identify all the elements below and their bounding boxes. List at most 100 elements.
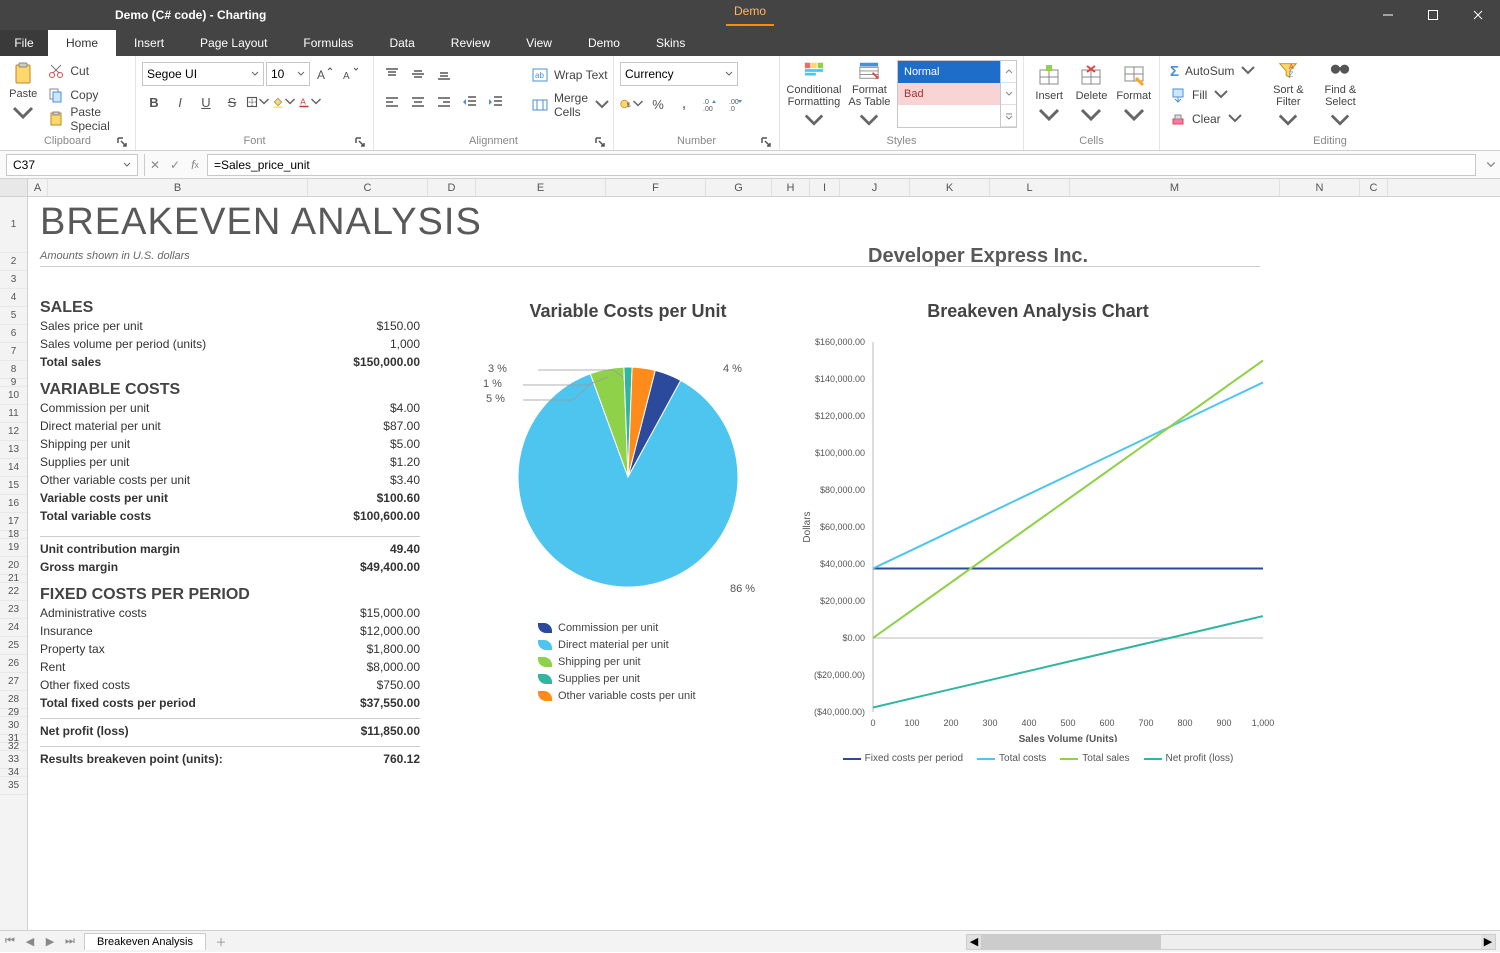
row-header[interactable]: 2 [0,253,27,271]
column-header[interactable]: M [1070,179,1280,196]
style-blank[interactable] [898,105,1000,127]
cell-styles-gallery[interactable]: Normal Bad [897,60,1001,128]
comma-button[interactable]: , [672,92,696,116]
add-sheet-button[interactable]: ＋ [210,934,232,950]
align-left-button[interactable] [380,90,404,114]
clear-button[interactable]: Clear [1166,108,1260,130]
column-header[interactable]: C [1360,179,1388,196]
row-header[interactable]: 25 [0,637,27,655]
row-header[interactable]: 34 [0,769,27,777]
clipboard-launcher-icon[interactable] [117,137,127,147]
font-size-combo[interactable]: 10 [266,62,310,86]
align-launcher-icon[interactable] [595,137,605,147]
decrease-decimal-button[interactable]: .00.0 [724,92,748,116]
strike-button[interactable]: S [220,90,244,114]
formula-expand-button[interactable] [1482,160,1500,170]
autosum-button[interactable]: ΣAutoSum [1166,60,1260,82]
row-header[interactable]: 11 [0,405,27,423]
column-header[interactable]: B [48,179,308,196]
fill-color-button[interactable] [272,90,296,114]
column-header[interactable]: A [28,179,48,196]
align-top-button[interactable] [380,62,404,86]
row-header[interactable]: 23 [0,601,27,619]
wrap-text-button[interactable]: abWrap Text [528,64,614,86]
row-header[interactable]: 27 [0,673,27,691]
row-header[interactable]: 19 [0,539,27,557]
horizontal-scrollbar[interactable]: ◀ ▶ [966,934,1496,950]
row-header[interactable]: 4 [0,289,27,307]
increase-decimal-button[interactable]: .0.00 [698,92,722,116]
column-header[interactable]: J [840,179,910,196]
row-header[interactable]: 24 [0,619,27,637]
sheet-tab-active[interactable]: Breakeven Analysis [84,933,206,950]
underline-button[interactable]: U [194,90,218,114]
column-header[interactable]: E [476,179,606,196]
paste-special-button[interactable]: Paste Special [44,108,129,130]
paste-button[interactable]: Paste [6,58,40,130]
style-bad[interactable]: Bad [898,83,1000,105]
select-all-corner[interactable] [0,179,28,196]
indent-increase-button[interactable] [484,90,508,114]
align-right-button[interactable] [432,90,456,114]
column-header[interactable]: H [772,179,810,196]
row-header[interactable]: 22 [0,583,27,601]
scroll-thumb[interactable] [981,935,1161,949]
formula-input[interactable]: =Sales_price_unit [207,154,1476,176]
row-header[interactable]: 13 [0,441,27,459]
column-header[interactable]: L [990,179,1070,196]
fx-button[interactable]: fx [185,154,205,176]
row-header[interactable]: 7 [0,343,27,361]
confirm-edit-button[interactable]: ✓ [165,154,185,176]
tab-nav-last[interactable]: ⏭ [60,931,80,953]
name-box[interactable]: C37 [6,154,138,176]
insert-cells-button[interactable]: Insert [1030,60,1068,132]
fill-button[interactable]: Fill [1166,84,1260,106]
number-format-combo[interactable]: Currency [620,62,738,86]
number-launcher-icon[interactable] [761,137,771,147]
align-bottom-button[interactable] [432,62,456,86]
row-header[interactable]: 26 [0,655,27,673]
minimize-button[interactable] [1365,0,1410,30]
row-header[interactable]: 18 [0,531,27,539]
format-cells-button[interactable]: Format [1115,60,1153,132]
row-header[interactable]: 29 [0,709,27,717]
row-header[interactable]: 1 [0,197,27,253]
gallery-up-icon[interactable] [1001,61,1016,83]
row-header[interactable]: 32 [0,743,27,751]
column-header[interactable]: N [1280,179,1360,196]
accounting-button[interactable]: $ [620,92,644,116]
close-button[interactable] [1455,0,1500,30]
find-select-button[interactable]: Find & Select [1316,60,1364,132]
scroll-left-icon[interactable]: ◀ [967,935,981,949]
style-normal[interactable]: Normal [898,61,1000,83]
column-header[interactable]: I [810,179,840,196]
tab-nav-first[interactable]: ⏮ [0,931,20,953]
italic-button[interactable]: I [168,90,192,114]
tab-demo[interactable]: Demo [570,30,638,56]
maximize-button[interactable] [1410,0,1455,30]
column-header[interactable]: K [910,179,990,196]
font-name-combo[interactable]: Segoe UI [142,62,264,86]
indent-decrease-button[interactable] [458,90,482,114]
tab-file[interactable]: File [0,30,48,56]
gallery-more-icon[interactable] [1001,105,1016,127]
font-launcher-icon[interactable] [355,137,365,147]
context-tab-label[interactable]: Demo [726,4,774,26]
merge-cells-button[interactable]: Merge Cells [528,94,614,116]
row-header[interactable]: 6 [0,325,27,343]
tab-data[interactable]: Data [371,30,432,56]
scroll-right-icon[interactable]: ▶ [1481,935,1495,949]
row-header[interactable]: 14 [0,459,27,477]
grow-font-button[interactable]: A [312,62,336,86]
cut-button[interactable]: Cut [44,60,129,82]
row-header[interactable]: 5 [0,307,27,325]
cancel-edit-button[interactable]: ✕ [145,154,165,176]
column-header[interactable]: D [428,179,476,196]
align-center-button[interactable] [406,90,430,114]
delete-cells-button[interactable]: Delete [1072,60,1110,132]
column-header[interactable]: G [706,179,772,196]
shrink-font-button[interactable]: A [338,62,362,86]
copy-button[interactable]: Copy [44,84,129,106]
row-header[interactable]: 16 [0,495,27,513]
row-header[interactable]: 10 [0,387,27,405]
